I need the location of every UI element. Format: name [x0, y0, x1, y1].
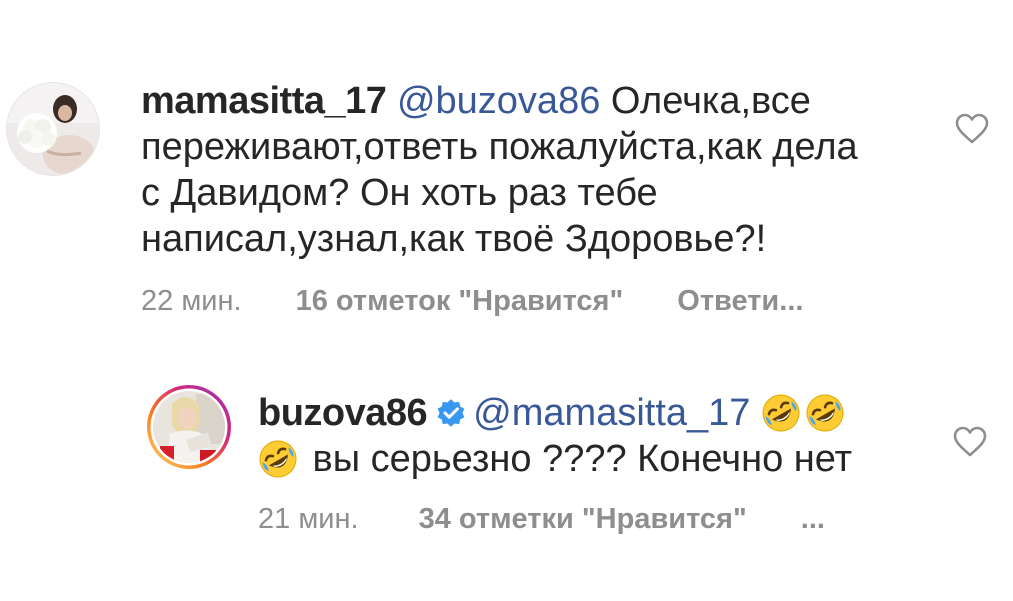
heart-icon[interactable] — [953, 426, 987, 458]
mention-link[interactable]: @mamasitta_17 — [473, 392, 750, 434]
likes-count[interactable]: 16 отметок "Нравится" — [296, 285, 624, 318]
rolling-on-floor-laughing-icon — [259, 440, 297, 478]
verified-badge-icon — [437, 399, 465, 427]
comment-meta: 21 мин. 34 отметки "Нравится" ... — [258, 503, 825, 536]
comment-time: 21 мин. — [258, 503, 359, 535]
reply-button[interactable]: Ответи... — [677, 285, 803, 318]
rolling-on-floor-laughing-icon — [762, 394, 800, 432]
avatar-image — [7, 83, 99, 175]
avatar[interactable] — [6, 82, 100, 176]
mention-link[interactable]: @buzova86 — [397, 80, 600, 122]
rolling-on-floor-laughing-icon — [806, 394, 844, 432]
comment-text: mamasitta_17 @buzova86 Олечка,все пережи… — [141, 78, 881, 262]
comment-username[interactable]: buzova86 — [258, 392, 428, 434]
comment-username[interactable]: mamasitta_17 — [141, 80, 387, 122]
heart-icon[interactable] — [955, 113, 989, 145]
comment-body: вы серьезно ???? Конечно нет — [302, 438, 853, 480]
comment-text: buzova86 @mamasitta_17 вы серьезно ???? К… — [258, 390, 898, 482]
avatar-story-ring[interactable] — [146, 384, 232, 470]
likes-count[interactable]: 34 отметки "Нравится" — [419, 503, 747, 536]
avatar-image — [147, 385, 231, 469]
more-options-button[interactable]: ... — [801, 503, 825, 536]
comment-meta: 22 мин. 16 отметок "Нравится" Ответи... — [141, 285, 803, 318]
comment-time: 22 мин. — [141, 285, 242, 317]
